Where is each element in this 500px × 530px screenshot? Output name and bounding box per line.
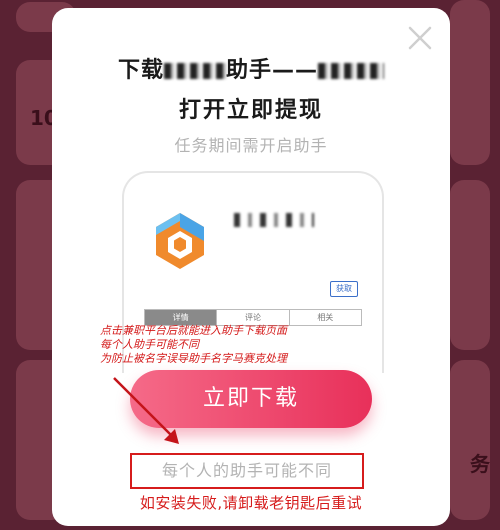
background-card [450, 180, 490, 350]
download-assistant-dialog: 下载 助手—— 打开立即提现 任务期间需开启助手 获取 详情 评论 相关 点击兼职… [52, 8, 450, 526]
censored-app-title [234, 213, 314, 227]
background-card [450, 0, 490, 165]
hexagon-logo-icon [156, 213, 204, 269]
censored-app-name [164, 63, 226, 79]
tab-related: 相关 [288, 310, 361, 325]
dialog-subtitle: 任务期间需开启助手 [174, 136, 328, 155]
censored-assistant-name [318, 63, 385, 79]
close-icon [408, 26, 432, 50]
dialog-title: 下载 助手—— [52, 52, 450, 84]
title-middle: 助手—— [226, 58, 319, 83]
get-button: 获取 [330, 281, 358, 297]
annotation-note: 点击兼职平台后就能进入助手下载页面 每个人助手可能不同 为防止被名字误导助手名字… [100, 324, 287, 366]
note-line: 为防止被名字误导助手名字马赛克处理 [100, 352, 287, 365]
tab-reviews: 评论 [216, 310, 288, 325]
dialog-title-line2: 打开立即提现 [178, 98, 323, 123]
background-char: 务 [470, 452, 490, 476]
background-card [450, 360, 490, 520]
install-fail-hint: 如安装失败,请卸载老钥匙后重试 [139, 494, 363, 512]
title-prefix: 下载 [117, 58, 164, 83]
tab-details: 详情 [145, 310, 217, 325]
note-line: 点击兼职平台后就能进入助手下载页面 [100, 324, 287, 337]
assistant-differs-notice: 每个人的助手可能不同 [130, 453, 364, 489]
note-line: 每个人助手可能不同 [100, 338, 199, 351]
close-button[interactable] [404, 22, 436, 54]
download-now-button[interactable]: 立即下载 [130, 370, 372, 428]
